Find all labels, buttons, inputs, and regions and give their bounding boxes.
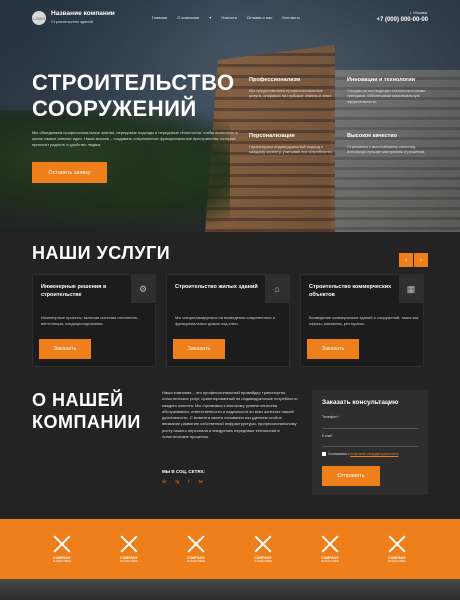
partner-logo[interactable]: COMPANY SLOGAN HERE [185, 535, 207, 567]
nav-item-home[interactable]: Главная [152, 15, 167, 20]
logo[interactable]: LOGO [32, 11, 46, 25]
about-title-line1: О НАШЕЙ [32, 390, 124, 410]
nav-item-reviews[interactable]: Отзывы о нас [247, 15, 273, 20]
hero-title-line1: СТРОИТЕЛЬСТВО [32, 70, 235, 95]
company-name[interactable]: Название компании [51, 10, 115, 17]
feature-title: Высокое качество [347, 133, 397, 139]
hero-title-line2: СООРУЖЕНИЙ [32, 96, 197, 121]
agree-checkbox[interactable] [322, 452, 326, 456]
services-title: НАШИ УСЛУГИ [32, 243, 171, 263]
partner-logo[interactable]: COMPANY SLOGAN HERE [118, 535, 140, 567]
partner-mark-icon [388, 535, 406, 553]
partner-tagline: SLOGAN HERE [119, 560, 139, 563]
feature-title: Профессионализм [249, 77, 301, 83]
prev-arrow-icon[interactable]: ‹ [399, 253, 413, 267]
about-text: Наша компания – это профессиональный про… [162, 390, 298, 440]
feature-text: Мы предоставляем профессиональные услуги… [249, 87, 332, 99]
feature-text: Стремимся к высочайшему качеству, исполь… [347, 143, 426, 155]
city-label[interactable]: г. Москва [410, 10, 427, 15]
partner-tagline: SLOGAN HERE [186, 560, 206, 563]
hero-description: Мы объединяем профессиональные знания, п… [32, 130, 238, 147]
submit-button[interactable]: Отправить [322, 466, 380, 486]
feature-text: Гарантируем индивидуальный подход к кажд… [249, 143, 333, 155]
partner-mark-icon [53, 535, 71, 553]
feature-quality: Высокое качество Стремимся к высочайшему… [347, 133, 432, 155]
feature-text: Следим за последними технологическими тр… [347, 87, 426, 104]
service-card-title: Строительство коммерческих объектов [309, 284, 392, 298]
request-button[interactable]: Оставить заявку [32, 162, 107, 183]
service-card: Строительство коммерческих объектов ▦ Во… [300, 274, 424, 367]
phone-field[interactable] [322, 428, 418, 429]
email-field[interactable] [322, 446, 418, 447]
privacy-link[interactable]: политикой конфиденциальности [350, 452, 398, 456]
main-nav: Главная О компании ▾ Новости Отзывы о на… [152, 15, 300, 20]
partner-tagline: SLOGAN HERE [253, 560, 273, 563]
phone-label: Телефон * [322, 415, 339, 419]
partner-tagline: SLOGAN HERE [52, 560, 72, 563]
form-title: Заказать консультацию [322, 399, 399, 406]
hero-title: СТРОИТЕЛЬСТВО СООРУЖЕНИЙ [32, 70, 235, 122]
service-card-text: Инженерные проекты, включая системы отоп… [41, 315, 138, 326]
partners-strip: COMPANY SLOGAN HERE COMPANY SLOGAN HERE CO… [0, 519, 460, 579]
telegram-icon[interactable]: tg [176, 479, 180, 484]
feature-title: Персонализация [249, 133, 295, 139]
nav-item-news[interactable]: Новости [221, 15, 236, 20]
partner-mark-icon [254, 535, 272, 553]
footer-image-strip [0, 579, 460, 600]
commercial-building-icon: ▦ [399, 275, 423, 303]
service-card-title: Инженерные решения в строительстве [41, 284, 107, 298]
email-label: E-mail [322, 434, 332, 438]
partner-logo[interactable]: COMPANY SLOGAN HERE [386, 535, 408, 567]
nav-item-about[interactable]: О компании [177, 15, 199, 20]
service-card: Строительство жилых зданий ⌂ Мы специали… [166, 274, 290, 367]
facebook-icon[interactable]: f [188, 479, 189, 484]
social-title: МЫ В СОЦ. СЕТЯХ: [162, 469, 206, 474]
feature-professionalism: Профессионализм Мы предоставляем професс… [249, 77, 334, 99]
phone-number[interactable]: +7 (000) 000-00-00 [376, 17, 428, 23]
partner-tagline: SLOGAN HERE [387, 560, 407, 563]
order-button[interactable]: Заказать [39, 339, 91, 359]
service-card-title: Строительство жилых зданий [175, 284, 258, 290]
vk-icon[interactable]: vk [162, 479, 167, 484]
next-arrow-icon[interactable]: › [414, 253, 428, 267]
agree-text: Соглашаюсь с политикой конфиденциальност… [328, 452, 398, 456]
chevron-down-icon[interactable]: ▾ [209, 15, 211, 20]
feature-title: Инновации и технологии [347, 77, 416, 83]
consultation-form: Заказать консультацию Телефон * E-mail С… [312, 390, 428, 495]
order-button[interactable]: Заказать [307, 339, 359, 359]
twitter-icon[interactable]: tw [199, 479, 204, 484]
agree-prefix: Соглашаюсь с [328, 452, 351, 456]
partner-mark-icon [187, 535, 205, 553]
partner-logo[interactable]: COMPANY SLOGAN HERE [252, 535, 274, 567]
house-plan-icon: ⌂ [265, 275, 289, 303]
partner-logo[interactable]: COMPANY SLOGAN HERE [319, 535, 341, 567]
partner-tagline: SLOGAN HERE [320, 560, 340, 563]
engineer-icon: ⚙ [131, 275, 155, 303]
partner-mark-icon [120, 535, 138, 553]
nav-item-contacts[interactable]: Контакты [282, 15, 299, 20]
about-title: О НАШЕЙ КОМПАНИИ [32, 389, 141, 433]
service-card: Инженерные решения в строительстве ⚙ Инж… [32, 274, 156, 367]
service-card-text: Мы специализируемся на возведении соврем… [175, 315, 276, 326]
order-button[interactable]: Заказать [173, 339, 225, 359]
feature-innovation: Инновации и технологии Следим за последн… [347, 77, 432, 104]
service-card-text: Возведение коммерческих зданий и сооруже… [309, 315, 419, 326]
feature-personalization: Персонализация Гарантируем индивидуальны… [249, 133, 334, 155]
social-links: vk tg f tw [162, 479, 203, 484]
partner-logo[interactable]: COMPANY SLOGAN HERE [51, 535, 73, 567]
about-title-line2: КОМПАНИИ [32, 412, 141, 432]
company-subtitle: Строительство зданий [51, 19, 93, 24]
partner-mark-icon [321, 535, 339, 553]
